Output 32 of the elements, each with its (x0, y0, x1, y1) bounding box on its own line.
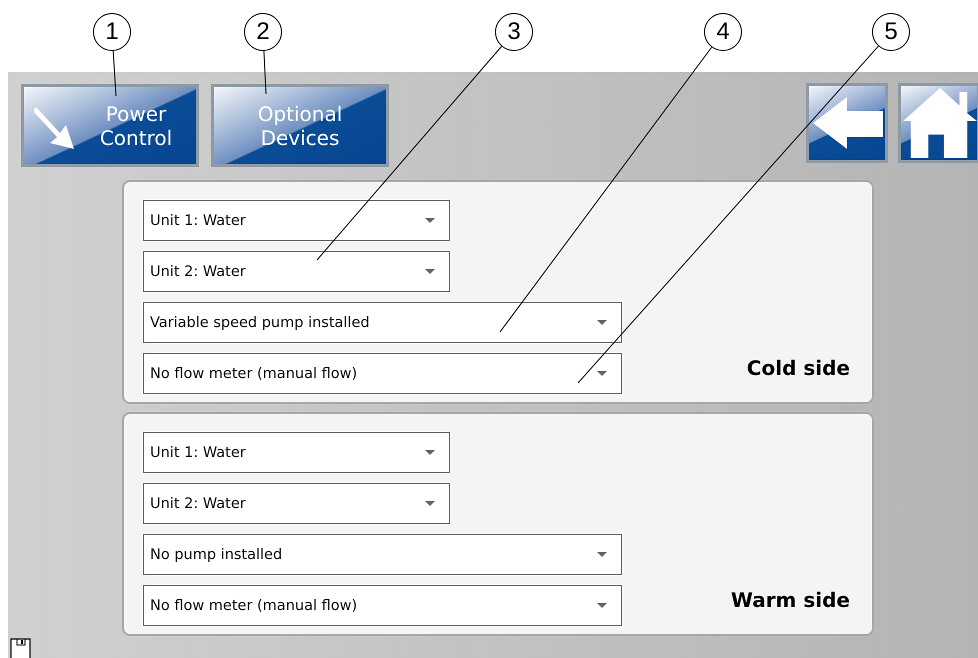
dropdown[interactable]: Unit 1: Water (143, 432, 450, 473)
dropdown-arrow-icon (425, 218, 435, 223)
dropdown-arrow-icon (597, 603, 607, 608)
dropdown-arrow-icon (425, 450, 435, 455)
dropdown-arrow-icon (425, 269, 435, 274)
callout-number: 3 (495, 13, 533, 51)
callout-number: 5 (872, 13, 910, 51)
dropdown-arrow-icon (425, 501, 435, 506)
leader-line (263, 50, 266, 94)
panel-label: Warm side (730, 588, 850, 612)
callout-number: 4 (704, 13, 742, 51)
save-icon[interactable] (10, 638, 31, 658)
home-button[interactable] (898, 83, 978, 163)
dropdown[interactable]: Unit 2: Water (143, 483, 450, 524)
nav-button[interactable]: Optional Devices (211, 84, 389, 167)
home-icon (903, 87, 977, 159)
dropdown[interactable]: Unit 2: Water (143, 251, 450, 292)
panel-label: Cold side (746, 356, 850, 380)
dropdown[interactable]: No flow meter (manual flow) (143, 353, 622, 394)
callout-number: 2 (244, 13, 282, 51)
dropdown[interactable]: Unit 1: Water (143, 200, 450, 241)
dropdown[interactable]: No pump installed (143, 534, 622, 575)
back-button[interactable] (806, 83, 888, 163)
dropdown-arrow-icon (597, 371, 607, 376)
dropdown-arrow-icon (597, 320, 607, 325)
dropdown[interactable]: Variable speed pump installed (143, 302, 622, 343)
arrow-icon (34, 105, 76, 151)
dropdown-arrow-icon (597, 552, 607, 557)
dropdown[interactable]: No flow meter (manual flow) (143, 585, 622, 626)
left-arrow-icon (811, 95, 883, 151)
leader-line (112, 50, 116, 96)
callout-number: 1 (93, 13, 131, 51)
